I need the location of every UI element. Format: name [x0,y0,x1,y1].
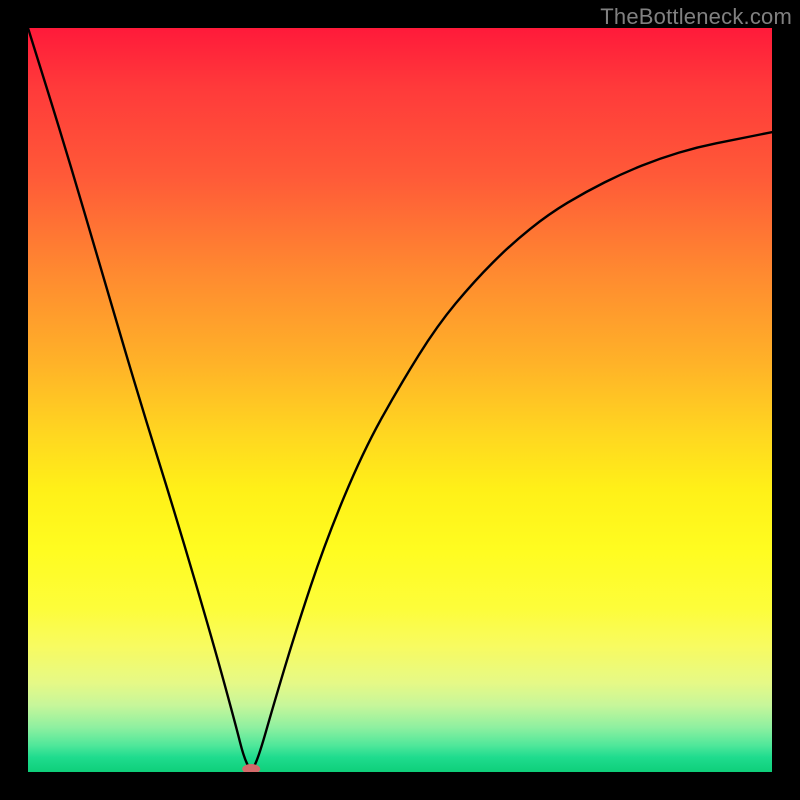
bottleneck-curve-svg [28,28,772,772]
chart-frame: TheBottleneck.com [0,0,800,800]
bottleneck-curve-path [28,28,772,768]
plot-area [28,28,772,772]
minimum-marker [242,764,260,772]
watermark-text: TheBottleneck.com [600,4,792,30]
